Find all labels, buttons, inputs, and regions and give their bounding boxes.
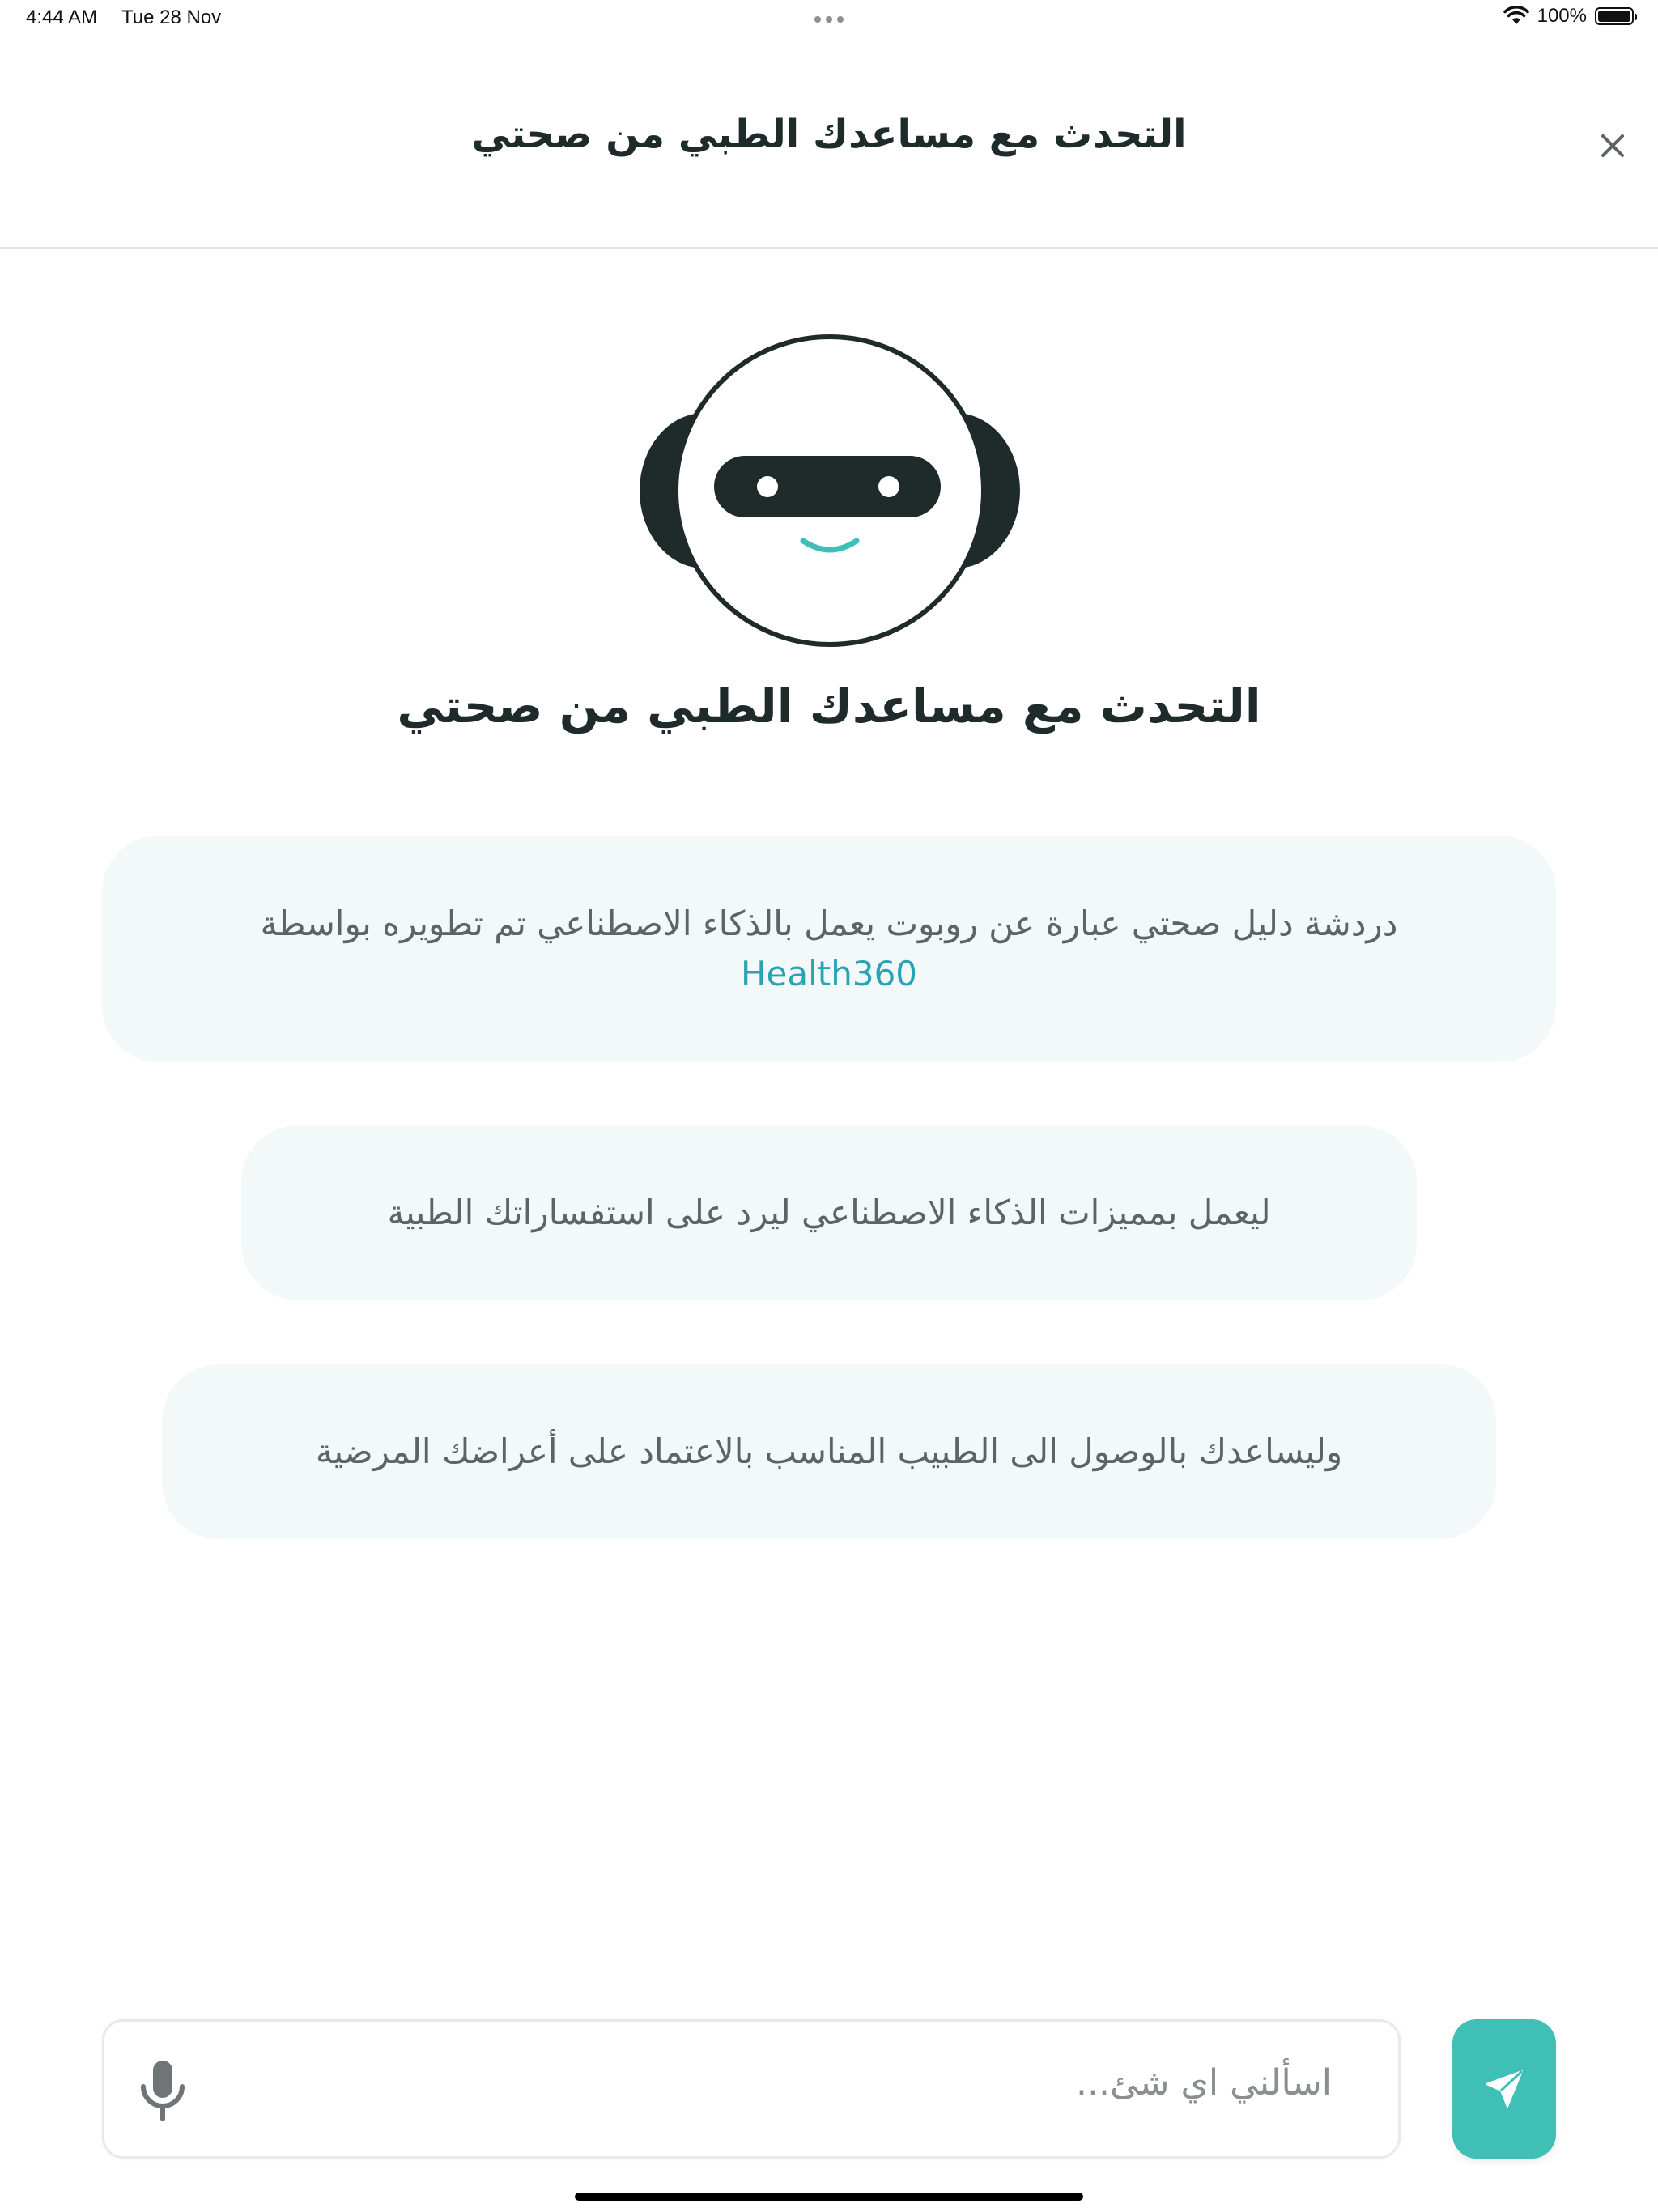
chat-intro-screen: 4:44 AM Tue 28 Nov 100% التحدث مع مساعدك… [0, 0, 1658, 2212]
message-input-placeholder: اسألني اي شئ... [1076, 2062, 1332, 2104]
header: التحدث مع مساعدك الطبي من صحتي [0, 39, 1658, 249]
home-indicator [575, 2193, 1083, 2201]
page-title: التحدث مع مساعدك الطبي من صحتي [471, 112, 1187, 157]
info-bubble-doctor-match: وليساعدك بالوصول الى الطبيب المناسب بالا… [162, 1364, 1496, 1539]
battery-icon [1595, 7, 1637, 25]
send-button[interactable] [1452, 2019, 1556, 2159]
close-icon[interactable] [1593, 126, 1632, 165]
wifi-icon [1503, 6, 1529, 24]
status-bar: 4:44 AM Tue 28 Nov 100% [0, 0, 1658, 39]
status-time: 4:44 AM [26, 6, 98, 28]
microphone-icon[interactable] [122, 2051, 203, 2132]
send-icon [1486, 2069, 1524, 2108]
info-bubble-doctor-match-text: وليساعدك بالوصول الى الطبيب المناسب بالا… [315, 1431, 1343, 1471]
status-right: 100% [1503, 5, 1637, 28]
info-bubble-ai-features-text: ليعمل بمميزات الذكاء الاصطناعي ليرد على … [387, 1193, 1271, 1232]
message-input[interactable]: اسألني اي شئ... [102, 2019, 1401, 2159]
status-date: Tue 28 Nov [121, 6, 222, 28]
more-dots-icon[interactable] [810, 2, 848, 26]
brand-link[interactable]: Health360 [741, 949, 917, 999]
robot-icon [640, 334, 1020, 647]
info-bubble-about-text: دردشة دليل صحتي عبارة عن روبوت يعمل بالذ… [260, 904, 1398, 943]
battery-percent: 100% [1537, 5, 1587, 27]
hero-title: التحدث مع مساعدك الطبي من صحتي [397, 678, 1261, 734]
info-bubble-ai-features: ليعمل بمميزات الذكاء الاصطناعي ليرد على … [241, 1125, 1417, 1300]
info-bubble-about: دردشة دليل صحتي عبارة عن روبوت يعمل بالذ… [102, 836, 1556, 1062]
